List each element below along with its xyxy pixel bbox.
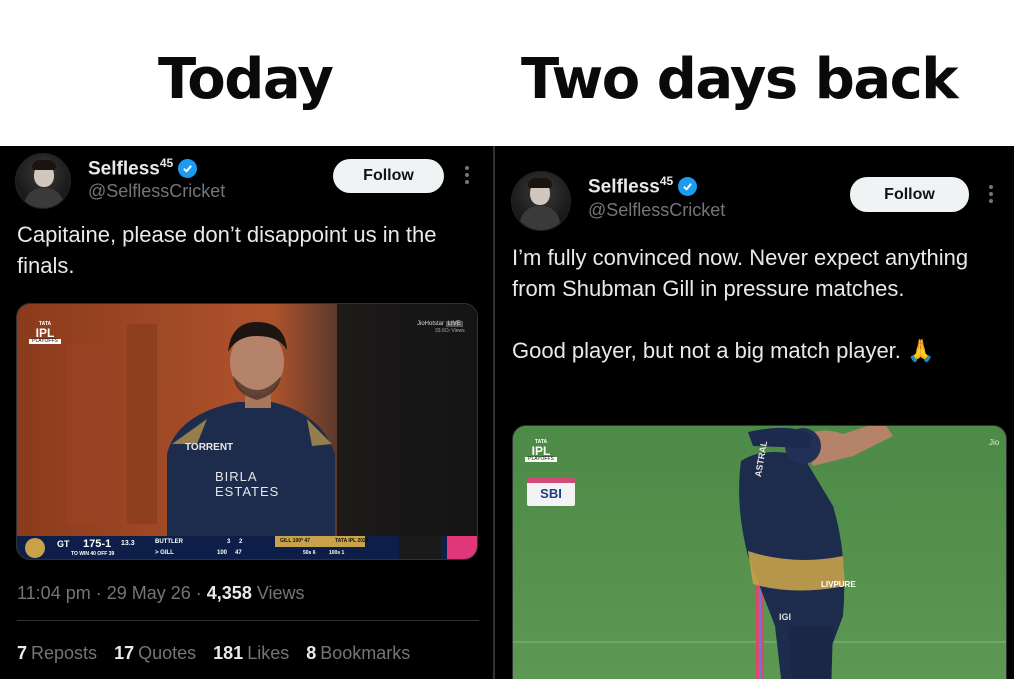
scorebar: GT 175-1 13.3 TO WIN 40 OFF 39 BUTTLER >… [57, 538, 243, 557]
bookmarks-count[interactable]: 8 Bookmarks [306, 643, 410, 664]
tweet-timestamp[interactable]: 11:04 pm · 29 May 26 · 4,358 Views [17, 583, 305, 604]
more-options-icon[interactable] [465, 166, 469, 187]
sponsor-badge-sbi: SBI [527, 478, 575, 506]
quotes-count[interactable]: 17 Quotes [114, 643, 196, 664]
jersey-text-igi: IGI [779, 612, 792, 622]
ipl-playoffs-logo: TATA IPL PLAYOFFS [29, 322, 61, 344]
jersey-sponsor-birla: BIRLA [215, 469, 258, 484]
broadcaster-watermark: Jio [989, 438, 1000, 447]
verified-badge-icon [178, 158, 198, 178]
header-label-today: Today [158, 47, 334, 112]
verified-badge-icon [678, 176, 698, 196]
ipl-playoffs-logo: TATA IPL PLAYOFFS [525, 440, 557, 462]
engagement-stats: 7 Reposts 17 Quotes 181 Likes 8 Bookmarks [17, 643, 410, 664]
jersey-sponsor-estates: ESTATES [215, 484, 280, 499]
tweet-panel-right: Selfless45 @SelflessCricket Follow I’m f… [495, 146, 1014, 679]
meme-header: Today Two days back [0, 0, 1014, 146]
display-name-row[interactable]: Selfless45 [88, 156, 198, 180]
more-options-icon[interactable] [989, 185, 993, 206]
follow-button[interactable]: Follow [850, 177, 969, 212]
divider [17, 620, 479, 621]
jersey-sponsor-torrent: TORRENT [185, 442, 234, 453]
avatar[interactable] [511, 171, 571, 231]
display-name-row[interactable]: Selfless45 [588, 174, 698, 198]
jersey-text-livpure: LIVPURE [821, 580, 856, 589]
follow-button[interactable]: Follow [333, 159, 444, 193]
display-name: Selfless45 [588, 174, 674, 198]
display-name: Selfless45 [88, 156, 174, 180]
tweet-media-image[interactable]: TATA IPL PLAYOFFS SBI Jio ASTRAL LIVPURE… [512, 425, 1007, 679]
tweet-text: Capitaine, please don’t disappoint us in… [17, 222, 437, 278]
milestone-banner: GILL 100* 47 TATA IPL 2026 50s 6 100s 1 [280, 538, 369, 556]
tweet-panel-left: Selfless45 @SelflessCricket Follow Capit… [0, 146, 493, 679]
broadcaster-watermark: JioHotstar LIVE 33.6Cr Views [417, 321, 465, 335]
user-handle[interactable]: @SelflessCricket [88, 181, 225, 202]
avatar[interactable] [15, 153, 71, 209]
header-label-two-days-back: Two days back [521, 47, 959, 112]
likes-count[interactable]: 181 Likes [213, 643, 289, 664]
reposts-count[interactable]: 7 Reposts [17, 643, 97, 664]
tweet-media-image[interactable]: TATA IPL PLAYOFFS JioHotstar LIVE 33.6Cr… [16, 303, 478, 560]
user-handle[interactable]: @SelflessCricket [588, 200, 725, 221]
tweet-text: I’m fully convinced now. Never expect an… [512, 245, 969, 363]
